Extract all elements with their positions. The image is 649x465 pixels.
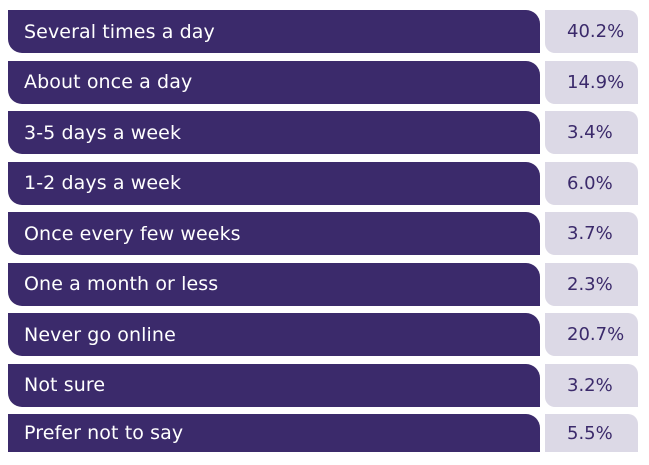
category-label: 3-5 days a week <box>8 111 540 154</box>
table-row: 3-5 days a week 3.4% <box>8 111 638 154</box>
percentage-value: 2.3% <box>545 262 638 306</box>
table-row: Prefer not to say 5.5% <box>8 414 638 457</box>
percentage-value: 3.2% <box>545 363 638 407</box>
table-row: About once a day 14.9% <box>8 60 638 104</box>
category-label: Never go online <box>8 313 540 356</box>
table-row: Once every few weeks 3.7% <box>8 212 638 255</box>
percentage-value: 3.7% <box>545 212 638 255</box>
table-row: 1-2 days a week 6.0% <box>8 161 638 205</box>
table-row: Several times a day 40.2% <box>8 10 638 53</box>
category-label: Once every few weeks <box>8 212 540 255</box>
table-row: Never go online 20.7% <box>8 313 638 356</box>
percentage-value: 20.7% <box>545 313 638 356</box>
percentage-value: 3.4% <box>545 111 638 154</box>
category-label: Several times a day <box>8 10 540 53</box>
table-row: One a month or less 2.3% <box>8 262 638 306</box>
category-label: Not sure <box>8 363 540 407</box>
category-label: One a month or less <box>8 262 540 306</box>
percentage-value: 14.9% <box>545 60 638 104</box>
percentage-value: 40.2% <box>545 10 638 53</box>
category-label: Prefer not to say <box>8 414 540 452</box>
percentage-value: 6.0% <box>545 161 638 205</box>
table-row: Not sure 3.2% <box>8 363 638 407</box>
category-label: About once a day <box>8 60 540 104</box>
category-label: 1-2 days a week <box>8 161 540 205</box>
frequency-table: Several times a day 40.2% About once a day… <box>8 10 638 465</box>
percentage-value: 5.5% <box>545 414 638 452</box>
